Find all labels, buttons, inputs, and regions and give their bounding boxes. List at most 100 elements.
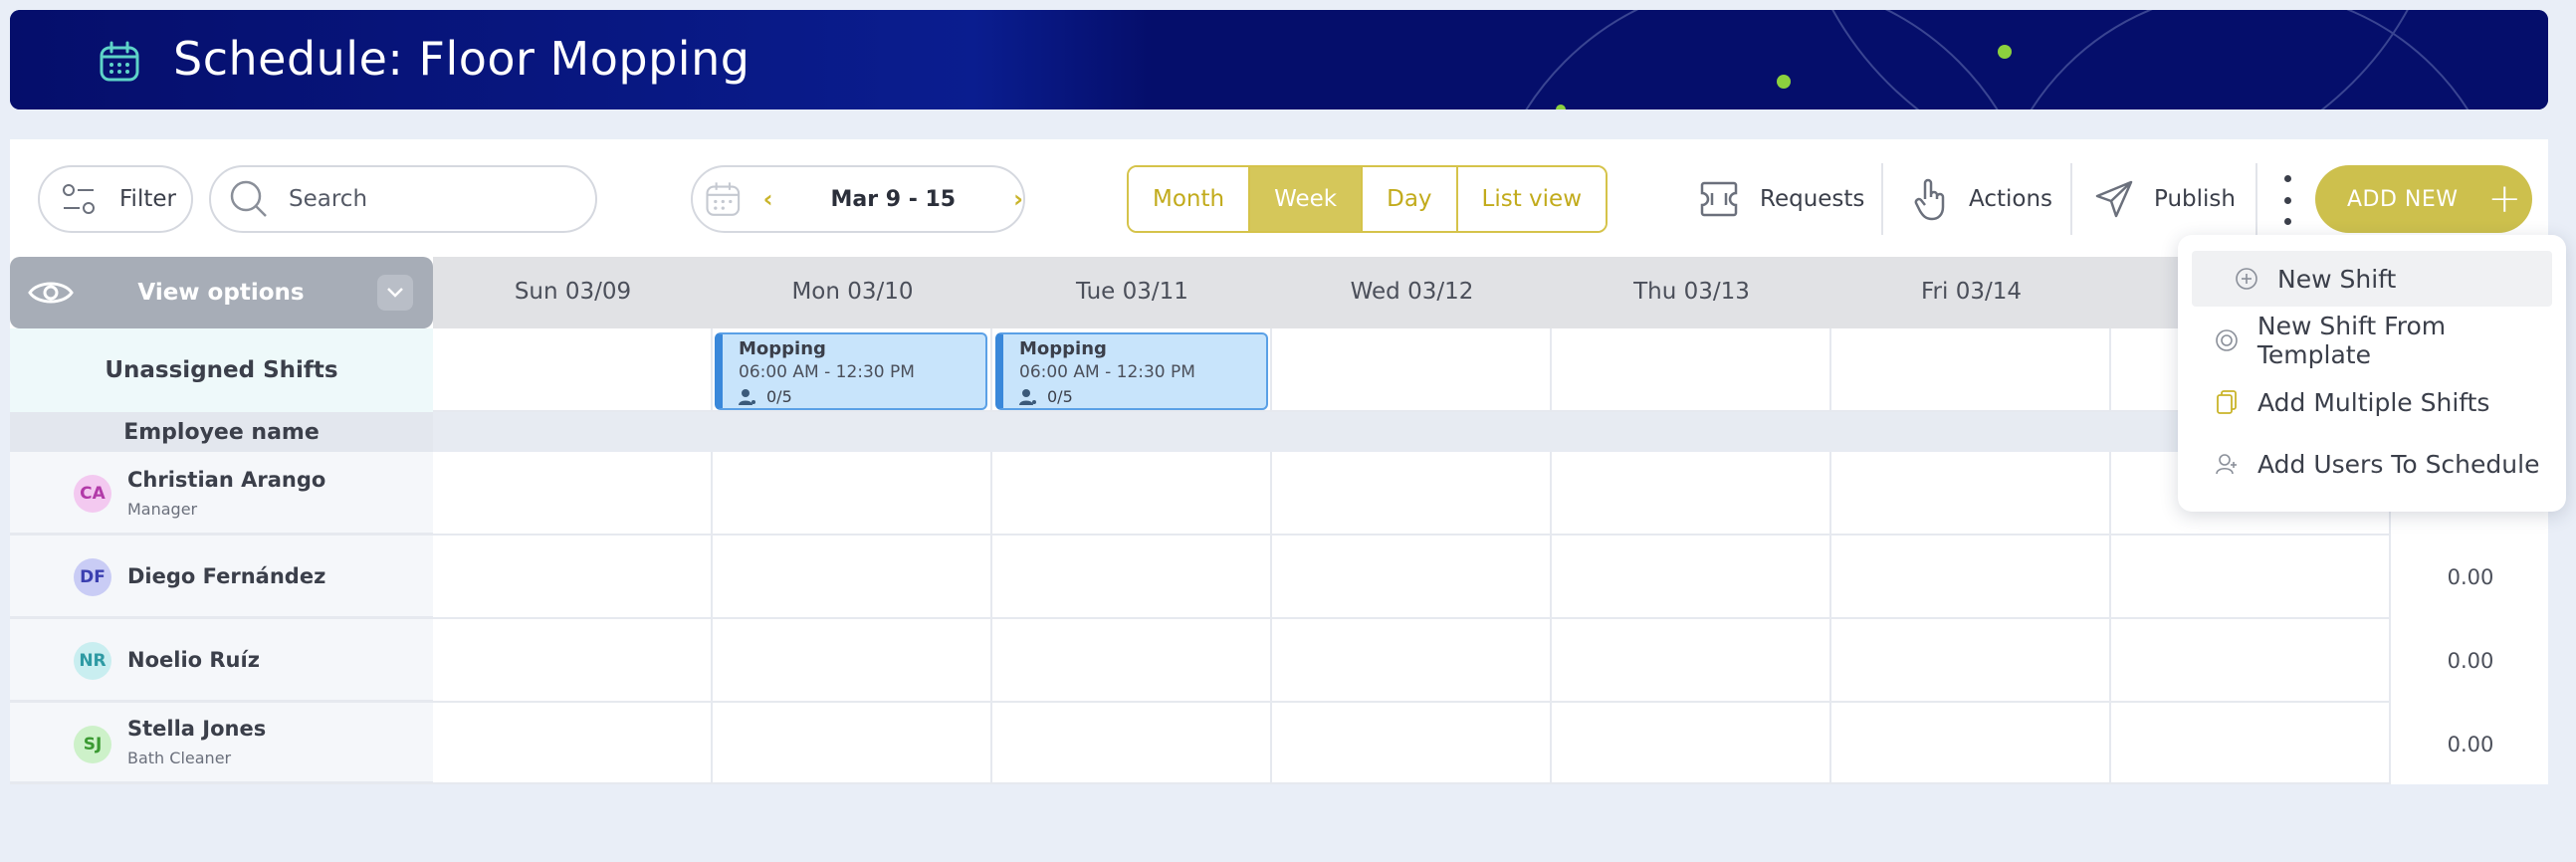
date-navigator: ‹ Mar 9 - 15 › <box>691 165 1025 233</box>
schedule-cell[interactable] <box>433 619 713 703</box>
filter-label: Filter <box>119 186 176 212</box>
hours-total: 0.00 <box>2447 649 2494 673</box>
more-options-icon[interactable] <box>2275 175 2299 225</box>
schedule-cell[interactable] <box>2111 536 2391 619</box>
chevron-right-icon[interactable]: › <box>1013 185 1023 213</box>
toolbar: Filter ‹ Mar 9 - 15 › Month Week Day Lis… <box>10 139 2548 257</box>
page-header: Schedule: Floor Mopping <box>10 10 2548 109</box>
search-input[interactable] <box>289 186 567 212</box>
chevron-down-icon[interactable] <box>377 275 413 311</box>
schedule-cell[interactable] <box>1272 619 1552 703</box>
schedule-cell[interactable] <box>713 703 992 784</box>
shift-title: Mopping <box>1019 338 1107 359</box>
schedule-cell[interactable] <box>1272 536 1552 619</box>
schedule-cell[interactable] <box>1831 703 2111 784</box>
calendar-icon[interactable] <box>705 177 742 221</box>
schedule-cell[interactable] <box>1272 452 1552 536</box>
ticket-icon <box>1700 181 1738 217</box>
shift-card[interactable]: Mopping 06:00 AM - 12:30 PM 0/5 <box>715 332 987 410</box>
day-cell[interactable] <box>1831 328 2111 412</box>
shift-slots: 0/5 <box>766 387 792 406</box>
schedule-cell[interactable] <box>1552 452 1831 536</box>
hand-pointer-icon <box>1914 178 1945 221</box>
day-cell[interactable] <box>1552 328 1831 412</box>
schedule-cell[interactable] <box>1552 536 1831 619</box>
schedule-cell[interactable] <box>1552 703 1831 784</box>
employee-name: Stella Jones <box>127 717 267 741</box>
shift-card[interactable]: Mopping 06:00 AM - 12:30 PM 0/5 <box>995 332 1268 410</box>
employee-role: Manager <box>127 500 198 519</box>
avatar: CA <box>74 475 111 513</box>
view-switcher: Month Week Day List view <box>1127 165 1609 233</box>
tab-month[interactable]: Month <box>1129 167 1251 231</box>
requests-button[interactable]: Requests <box>1698 165 1864 233</box>
user-add-icon <box>2214 452 2240 476</box>
schedule-cell[interactable] <box>992 619 1272 703</box>
date-range: Mar 9 - 15 <box>830 186 957 212</box>
divider <box>2070 163 2072 235</box>
user-icon <box>1019 388 1037 406</box>
schedule-cell[interactable] <box>713 536 992 619</box>
schedule-cell[interactable] <box>1831 452 2111 536</box>
publish-label: Publish <box>2154 186 2236 212</box>
schedule-cell[interactable] <box>992 536 1272 619</box>
actions-button[interactable]: Actions <box>1913 165 2052 233</box>
menu-item-new-shift-from-template[interactable]: New Shift From Template <box>2178 312 2566 369</box>
plus-icon: + <box>2487 176 2522 222</box>
chevron-left-icon[interactable]: ‹ <box>763 185 773 213</box>
schedule-cell[interactable] <box>2111 703 2391 784</box>
day-header: Sun 03/09 <box>433 257 713 328</box>
view-options-button[interactable]: View options <box>10 257 433 328</box>
day-header: Tue 03/11 <box>992 257 1272 328</box>
add-new-menu: New Shift New Shift From Template Add Mu… <box>2178 235 2566 512</box>
shift-title: Mopping <box>739 338 826 359</box>
search-box[interactable] <box>209 165 597 233</box>
schedule-grid: View options Sun 03/09 Mon 03/10 Tue 03/… <box>10 257 2548 784</box>
schedule-cell[interactable] <box>1831 619 2111 703</box>
divider <box>1881 163 1883 235</box>
schedule-cell[interactable] <box>713 452 992 536</box>
publish-button[interactable]: Publish <box>2094 165 2236 233</box>
filter-button[interactable]: Filter <box>38 165 193 233</box>
employee-role: Bath Cleaner <box>127 749 232 767</box>
schedule-cell[interactable] <box>992 703 1272 784</box>
schedule-cell[interactable] <box>1272 703 1552 784</box>
menu-item-new-shift[interactable]: New Shift <box>2192 251 2552 307</box>
divider <box>2255 163 2257 235</box>
schedule-cell[interactable] <box>433 536 713 619</box>
actions-label: Actions <box>1969 186 2053 212</box>
schedule-cell[interactable] <box>433 703 713 784</box>
tab-day[interactable]: Day <box>1363 167 1458 231</box>
user-icon <box>739 388 756 406</box>
add-new-button[interactable]: ADD NEW + <box>2315 165 2532 233</box>
copy-icon <box>2214 389 2240 415</box>
calendar-icon <box>100 41 139 82</box>
employee-header-row: Employee name <box>10 412 2548 452</box>
tab-list-view[interactable]: List view <box>1457 167 1607 231</box>
schedule-cell[interactable] <box>992 452 1272 536</box>
avatar: SJ <box>74 726 111 763</box>
employee-row-header[interactable]: SJ Stella Jones Bath Cleaner <box>10 703 433 784</box>
send-icon <box>2095 180 2133 218</box>
day-cell[interactable] <box>1272 328 1552 412</box>
day-cell[interactable] <box>433 328 713 412</box>
menu-item-add-multiple-shifts[interactable]: Add Multiple Shifts <box>2178 374 2566 430</box>
shift-time: 06:00 AM - 12:30 PM <box>739 362 915 382</box>
employee-row-header[interactable]: CA Christian Arango Manager <box>10 452 433 536</box>
view-options-label: View options <box>137 280 305 306</box>
schedule-cell[interactable] <box>1552 619 1831 703</box>
employee-row-header[interactable]: DF Diego Fernández <box>10 536 433 619</box>
employee-row-header[interactable]: NR Noelio Ruíz <box>10 619 433 703</box>
employee-name: Noelio Ruíz <box>127 648 260 672</box>
day-header: Wed 03/12 <box>1272 257 1552 328</box>
requests-label: Requests <box>1760 186 1865 212</box>
menu-item-add-users-to-schedule[interactable]: Add Users To Schedule <box>2178 436 2566 492</box>
hours-total: 0.00 <box>2447 733 2494 756</box>
schedule-cell[interactable] <box>1831 536 2111 619</box>
schedule-cell[interactable] <box>433 452 713 536</box>
schedule-cell[interactable] <box>713 619 992 703</box>
schedule-cell[interactable] <box>2111 619 2391 703</box>
avatar: NR <box>74 642 111 680</box>
tab-week[interactable]: Week <box>1250 167 1364 231</box>
eye-icon <box>28 282 74 304</box>
